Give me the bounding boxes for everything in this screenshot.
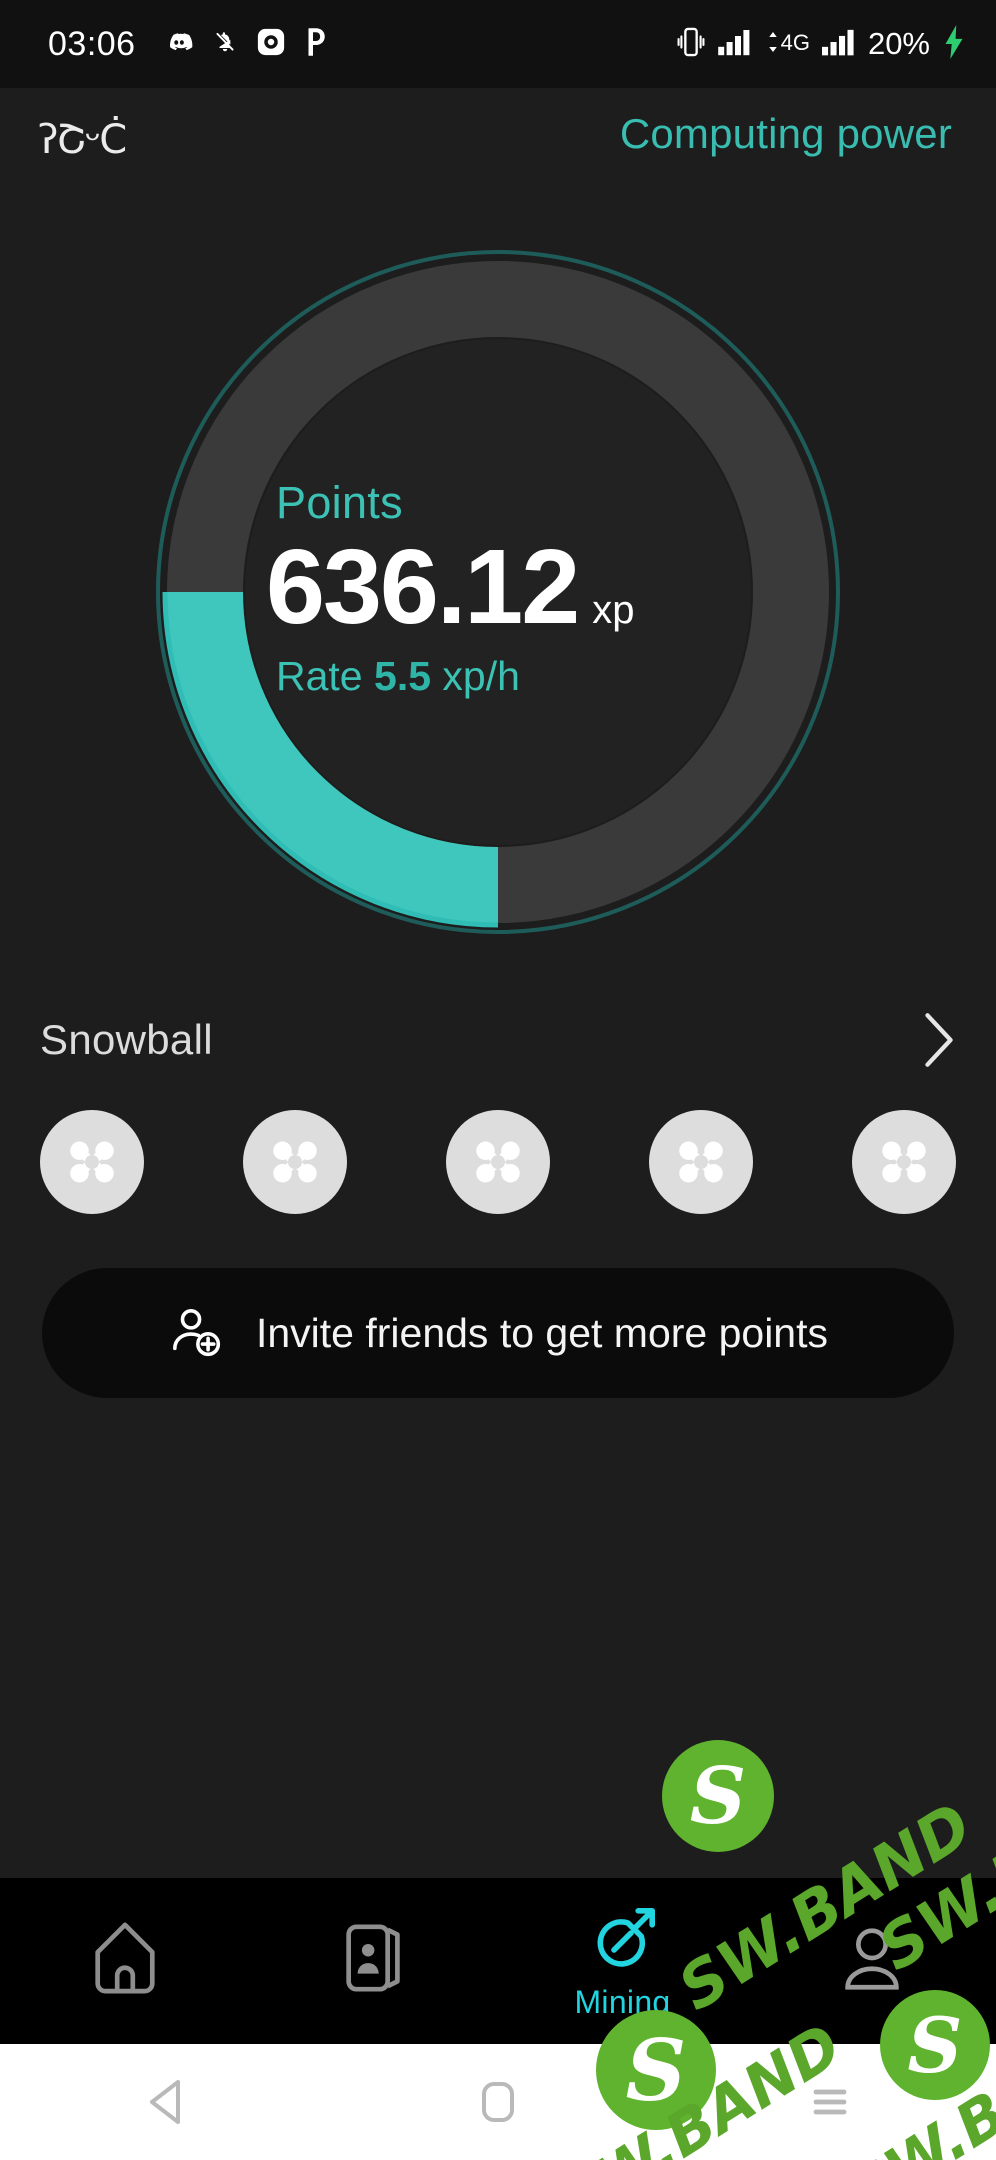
charging-bolt-icon <box>942 24 966 64</box>
status-bar-notification-icons <box>164 27 328 62</box>
main-content: Points 636.12 xp Rate 5.5 xp/h Snowball <box>0 180 996 1878</box>
tab-profile[interactable] <box>747 1878 996 2044</box>
status-bar-clock: 03:06 <box>48 24 136 63</box>
network-nodes-icon <box>70 1141 114 1183</box>
network-nodes-icon <box>476 1141 520 1183</box>
bottom-tab-bar: Mining <box>0 1878 996 2044</box>
page-title: Computing power <box>619 110 952 157</box>
vibrate-icon <box>677 26 705 63</box>
invite-friends-button[interactable]: Invite friends to get more points <box>42 1268 954 1398</box>
signal-bars-icon <box>717 27 753 62</box>
list-item[interactable] <box>243 1110 347 1214</box>
status-bar: 03:06 4G 20% <box>0 0 996 88</box>
person-icon <box>836 1919 908 1997</box>
list-item[interactable] <box>40 1110 144 1214</box>
person-add-icon <box>168 1304 226 1362</box>
network-nodes-icon <box>882 1141 926 1183</box>
app-header: ʔՇᵕĊ Computing power <box>0 88 996 180</box>
gauge-inner-disc <box>245 339 751 845</box>
network-label: 4G <box>780 30 810 55</box>
contact-card-icon <box>338 1919 410 1997</box>
tab-home[interactable] <box>0 1878 249 2044</box>
tab-contacts[interactable] <box>249 1878 498 2044</box>
computing-power-gauge: Points 636.12 xp Rate 5.5 xp/h <box>148 242 848 942</box>
shovel-icon <box>587 1902 659 1978</box>
list-item[interactable] <box>649 1110 753 1214</box>
invite-friends-label: Invite friends to get more points <box>255 1309 829 1356</box>
app-badge-icon <box>256 27 286 62</box>
network-nodes-icon <box>679 1141 723 1183</box>
snowball-member-list <box>40 1110 956 1214</box>
status-bar-system-icons: 4G 20% <box>677 24 966 64</box>
network-nodes-icon <box>273 1141 317 1183</box>
list-item[interactable] <box>852 1110 956 1214</box>
phone-screen: 03:06 4G 20% ʔՇᵕĊ Computing power Points… <box>0 0 996 2160</box>
parking-app-icon <box>304 27 328 62</box>
app-brand-logo: ʔՇᵕĊ <box>38 117 127 163</box>
gauge-svg <box>156 250 840 934</box>
android-system-nav <box>0 2044 996 2160</box>
tab-mining[interactable]: Mining <box>498 1878 747 2044</box>
mute-icon <box>212 28 238 61</box>
battery-percent-label: 20% <box>867 26 930 61</box>
recents-lines-icon[interactable] <box>770 2044 890 2160</box>
snowball-section-header[interactable]: Snowball <box>40 1012 956 1068</box>
home-square-icon[interactable] <box>438 2044 558 2160</box>
back-triangle-icon[interactable] <box>106 2044 226 2160</box>
signal-bars-2-icon <box>821 27 856 62</box>
snowball-title: Snowball <box>40 1016 213 1063</box>
chevron-right-icon[interactable] <box>922 1012 956 1068</box>
network-4g-icon: 4G <box>765 30 810 55</box>
tab-mining-label: Mining <box>574 1983 671 2020</box>
discord-icon <box>164 27 194 62</box>
list-item[interactable] <box>446 1110 550 1214</box>
home-icon <box>89 1919 161 1997</box>
